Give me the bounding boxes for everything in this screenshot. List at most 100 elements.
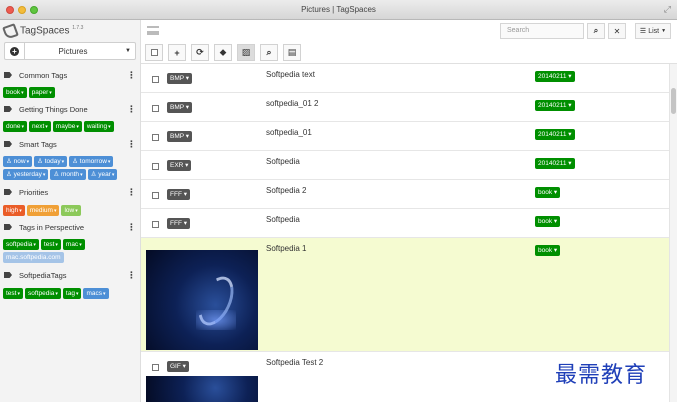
table-row[interactable]: BMP ▾ Softpedia text 20140211 ▾ <box>141 64 669 93</box>
table-row[interactable]: EXR ▾ Softpedia 20140211 ▾ <box>141 151 669 180</box>
table-row[interactable]: FFF ▾ Softpedia book ▾ <box>141 209 669 238</box>
search-button[interactable]: ⌕ <box>587 23 605 39</box>
tag-group-header[interactable]: Common Tags ⋮ <box>4 69 136 81</box>
tag-chip[interactable]: low▾ <box>61 205 81 216</box>
row-checkbox[interactable] <box>152 192 159 199</box>
tag-chip[interactable]: test▾ <box>3 288 23 299</box>
search-files-button[interactable]: ⌕ <box>260 44 278 61</box>
tag-group-header[interactable]: Tags in Perspective ⋮ <box>4 221 136 233</box>
file-tag[interactable]: book ▾ <box>535 187 561 198</box>
file-list-scrollbar[interactable] <box>669 64 677 402</box>
toggle-thumbnails-button[interactable]: ▨ <box>237 44 255 61</box>
search-input[interactable]: Search <box>500 23 584 39</box>
menu-icon[interactable] <box>147 26 159 35</box>
file-extension-badge[interactable]: BMP ▾ <box>167 73 193 84</box>
row-checkbox[interactable] <box>152 105 159 112</box>
file-extension-badge[interactable]: BMP ▾ <box>167 102 193 113</box>
row-checkbox[interactable] <box>152 76 159 83</box>
file-tag[interactable]: 20140211 ▾ <box>535 158 575 169</box>
tag-chip[interactable]: ♙ now▾ <box>3 156 33 167</box>
location-selector[interactable]: + Pictures ▼ <box>4 42 136 60</box>
tag-group-header[interactable]: Smart Tags ⋮ <box>4 138 136 150</box>
clear-search-button[interactable]: ✕ <box>608 23 626 39</box>
file-name[interactable]: Softpedia text <box>266 70 315 79</box>
table-row[interactable]: FFF ▾ Softpedia 2 book ▾ <box>141 180 669 209</box>
tag-group-header[interactable]: SoftpediaTags ⋮ <box>4 269 136 281</box>
table-row[interactable]: BMP ▾ softpedia_01 20140211 ▾ <box>141 122 669 151</box>
file-thumbnail[interactable] <box>146 250 258 350</box>
tag-chip[interactable]: next▾ <box>28 121 51 132</box>
file-extension-badge[interactable]: BMP ▾ <box>167 131 193 142</box>
file-name[interactable]: softpedia_01 <box>266 128 312 137</box>
more-vertical-icon[interactable]: ⋮ <box>127 139 136 150</box>
file-name[interactable]: Softpedia 1 <box>266 244 306 253</box>
sort-columns-button[interactable]: ▤ <box>283 44 301 61</box>
tag-chip[interactable]: ♙ year▾ <box>87 169 118 180</box>
tag-chip[interactable]: medium▾ <box>26 205 60 216</box>
tag-chip[interactable]: mac.softpedia.com <box>3 252 64 263</box>
view-mode-button[interactable]: ☰ List ▼ <box>635 23 671 39</box>
file-name[interactable]: Softpedia <box>266 215 300 224</box>
row-checkbox[interactable] <box>152 134 159 141</box>
main-panel: Search ⌕ ✕ ☰ List ▼ + ⟳ ⬥ ▨ ⌕ ▤ BMP ▾ Soft… <box>141 20 677 402</box>
file-extension-badge[interactable]: EXR ▾ <box>167 160 192 171</box>
more-vertical-icon[interactable]: ⋮ <box>127 104 136 115</box>
tag-chip[interactable]: softpedia▾ <box>3 239 39 250</box>
file-name[interactable]: Softpedia <box>266 157 300 166</box>
row-checkbox[interactable] <box>152 221 159 228</box>
table-row[interactable]: BMP ▾ softpedia_01 2 20140211 ▾ <box>141 93 669 122</box>
more-vertical-icon[interactable]: ⋮ <box>127 70 136 81</box>
tag-chip[interactable]: ♙ today▾ <box>34 156 68 167</box>
tag-chip[interactable]: high▾ <box>3 205 25 216</box>
row-checkbox[interactable] <box>152 163 159 170</box>
chevron-down-icon[interactable]: ▼ <box>121 48 135 54</box>
more-vertical-icon[interactable]: ⋮ <box>127 222 136 233</box>
scrollbar-thumb[interactable] <box>671 88 676 114</box>
tag-icon <box>4 72 12 78</box>
reload-button[interactable]: ⟳ <box>191 44 209 61</box>
search-icon: ⌕ <box>593 26 599 35</box>
tag-chip[interactable]: maybe▾ <box>52 121 82 132</box>
tag-chip[interactable]: tag▾ <box>62 288 82 299</box>
tag-chip[interactable]: done▾ <box>3 121 27 132</box>
tag-chip[interactable]: mac▾ <box>62 239 85 250</box>
tag-group-header[interactable]: Priorities ⋮ <box>4 186 136 198</box>
close-icon: ✕ <box>613 26 621 36</box>
table-row-selected[interactable]: Softpedia 1 book ▾ <box>141 238 669 352</box>
file-tag[interactable]: 20140211 ▾ <box>535 71 575 82</box>
sidebar: TagSpaces 1.7.3 + Pictures ▼ Common Tags… <box>0 20 141 402</box>
tag-chip[interactable]: ♙ tomorrow▾ <box>69 156 114 167</box>
file-name[interactable]: Softpedia Test 2 <box>266 358 323 367</box>
file-name[interactable]: softpedia_01 2 <box>266 99 319 108</box>
tag-files-button[interactable]: ⬥ <box>214 44 232 61</box>
row-checkbox[interactable] <box>152 364 159 371</box>
tag-chip[interactable]: waiting▾ <box>83 121 114 132</box>
file-tag[interactable]: 20140211 ▾ <box>535 129 575 140</box>
tag-group-title: Getting Things Done <box>19 104 88 114</box>
tag-group-header[interactable]: Getting Things Done ⋮ <box>4 103 136 115</box>
file-tag[interactable]: book ▾ <box>535 216 561 227</box>
location-switch-button[interactable]: + <box>5 43 25 59</box>
file-thumbnail[interactable] <box>146 376 258 402</box>
file-extension-badge[interactable]: FFF ▾ <box>167 189 190 200</box>
file-extension-badge[interactable]: FFF ▾ <box>167 218 190 229</box>
location-name[interactable]: Pictures <box>25 47 121 56</box>
tag-chip[interactable]: ♙ month▾ <box>50 169 86 180</box>
file-tag[interactable]: 20140211 ▾ <box>535 100 575 111</box>
file-tag[interactable]: book ▾ <box>535 245 561 256</box>
tag-chip[interactable]: macs▾ <box>83 288 109 299</box>
tag-chip[interactable]: ♙ yesterday▾ <box>3 169 49 180</box>
tag-chip[interactable]: test▾ <box>40 239 61 250</box>
more-vertical-icon[interactable]: ⋮ <box>127 270 136 281</box>
file-extension-badge[interactable]: GIF ▾ <box>167 361 189 372</box>
tag-chip[interactable]: paper▾ <box>28 87 55 98</box>
more-vertical-icon[interactable]: ⋮ <box>127 187 136 198</box>
create-file-button[interactable]: + <box>168 44 186 61</box>
tag-chip[interactable]: softpedia▾ <box>25 288 61 299</box>
tag-icon <box>4 106 12 112</box>
app-brand[interactable]: TagSpaces 1.7.3 <box>2 22 83 40</box>
select-all-button[interactable] <box>145 44 163 61</box>
file-name[interactable]: Softpedia 2 <box>266 186 306 195</box>
fullscreen-icon[interactable]: ⤢ <box>664 4 671 15</box>
tag-chip[interactable]: book▾ <box>3 87 27 98</box>
